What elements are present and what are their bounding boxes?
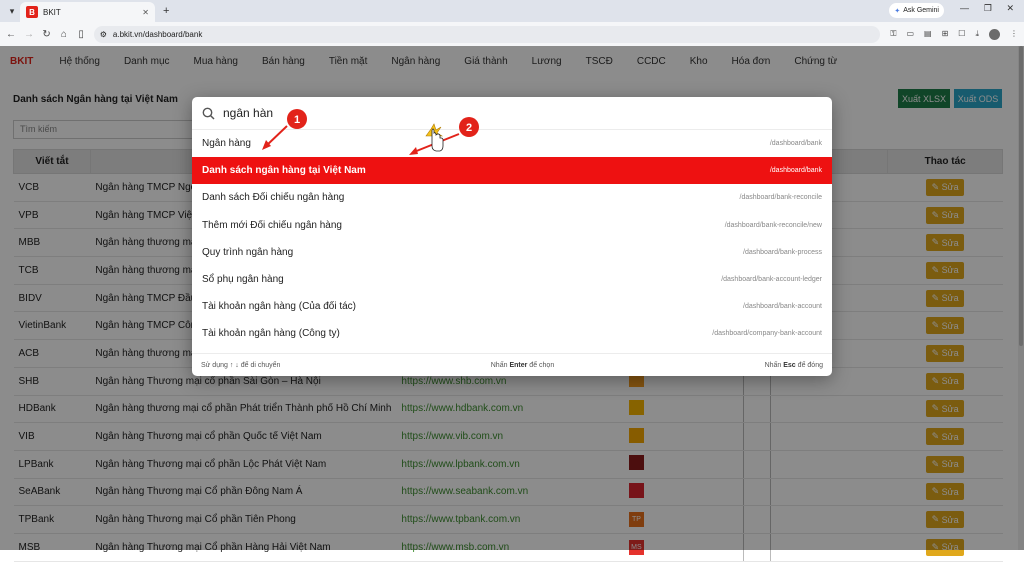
download-icon[interactable]: ⤓ bbox=[975, 29, 979, 40]
palette-footer: Sử dụng ↑ ↓ để di chuyển Nhấn Enter để c… bbox=[192, 353, 832, 376]
palette-result-item[interactable]: Thêm mới Đối chiếu ngân hàng/dashboard/b… bbox=[192, 212, 832, 239]
result-label: Quy trình ngân hàng bbox=[202, 246, 294, 258]
result-path: /dashboard/company-bank-account bbox=[712, 330, 822, 338]
palette-results: Ngân hàng/dashboard/bank Danh sách ngân h… bbox=[192, 130, 832, 348]
footer-enter-hint: Nhấn Enter để chọn bbox=[490, 361, 555, 369]
browser-tab[interactable]: B BKIT ✕ bbox=[20, 2, 155, 22]
result-label: Ngân hàng bbox=[202, 138, 251, 150]
result-label: Tài khoản ngân hàng (Công ty) bbox=[202, 328, 340, 340]
result-label: Sổ phụ ngân hàng bbox=[202, 274, 284, 286]
result-path: /dashboard/bank-account-ledger bbox=[721, 276, 822, 284]
bookmark-icon[interactable]: ☐ bbox=[958, 29, 965, 40]
back-icon[interactable]: ← bbox=[6, 29, 16, 40]
extension-icon[interactable]: ⊞ bbox=[942, 29, 949, 40]
result-path: /dashboard/bank-reconcile bbox=[739, 194, 823, 202]
reload-icon[interactable]: ↻ bbox=[42, 29, 51, 40]
ask-gemini-button[interactable]: ✦ Ask Gemini bbox=[889, 3, 944, 18]
minimize-icon[interactable]: — bbox=[960, 3, 969, 13]
palette-search-input[interactable]: ngân hàn bbox=[223, 106, 273, 120]
result-path: /dashboard/bank-reconcile/new bbox=[724, 221, 822, 229]
gemini-star-icon: ✦ bbox=[894, 7, 901, 15]
card-icon[interactable]: ▭ bbox=[906, 29, 914, 40]
palette-result-item[interactable]: Tài khoản ngân hàng (Của đối tác) /dashbo… bbox=[192, 293, 832, 320]
result-label: Tài khoản ngân hàng (Của đối tác) bbox=[202, 301, 356, 313]
new-tab-icon[interactable]: + bbox=[163, 5, 169, 17]
address-bar[interactable]: ⚙ a.bkit.vn/dashboard/bank bbox=[93, 25, 881, 43]
search-icon bbox=[202, 107, 215, 120]
footer-esc-hint: Nhấn Esc để đóng bbox=[764, 361, 823, 369]
gemini-label: Ask Gemini bbox=[903, 7, 939, 14]
home-icon[interactable]: ⌂ bbox=[59, 29, 68, 40]
result-path: /dashboard/bank-process bbox=[743, 248, 822, 256]
browser-chrome: ▾ B BKIT ✕ + ✦ Ask Gemini — ❐ ✕ ← → ↻ ⌂ … bbox=[0, 0, 1024, 46]
browser-toolbar: ← → ↻ ⌂ ▯ ⚙ a.bkit.vn/dashboard/bank ⚿ ▭… bbox=[0, 22, 1024, 46]
palette-result-item[interactable]: Danh sách Đối chiếu ngân hàng/dashboard/… bbox=[192, 184, 832, 211]
result-path: /dashboard/bank bbox=[769, 167, 822, 175]
result-path: /dashboard/bank bbox=[769, 140, 822, 148]
result-label: Danh sách Đối chiếu ngân hàng bbox=[202, 192, 345, 204]
tab-search-icon[interactable]: ▾ bbox=[4, 3, 20, 19]
tab-strip: ▾ B BKIT ✕ + ✦ Ask Gemini — ❐ ✕ bbox=[0, 0, 1024, 22]
key-icon[interactable]: ⚿ bbox=[890, 29, 896, 40]
palette-result-item[interactable]: Quy trình ngân hàng/dashboard/bank-proce… bbox=[192, 239, 832, 266]
profile-avatar[interactable] bbox=[989, 28, 1001, 40]
palette-search[interactable]: ngân hàn bbox=[192, 97, 832, 130]
sidebar-icon[interactable]: ▯ bbox=[77, 29, 86, 40]
palette-result-item[interactable]: Sổ phụ ngân hàng/dashboard/bank-account-… bbox=[192, 266, 832, 293]
reading-icon[interactable]: ▤ bbox=[924, 29, 932, 40]
url-text: a.bkit.vn/dashboard/bank bbox=[112, 29, 203, 39]
site-info-icon[interactable]: ⚙ bbox=[100, 30, 107, 39]
palette-result-item[interactable]: Danh sách ngân hàng tại Việt Nam/dashboa… bbox=[192, 157, 832, 185]
restore-icon[interactable]: ❐ bbox=[984, 3, 992, 14]
result-label: Thêm mới Đối chiếu ngân hàng bbox=[202, 219, 342, 231]
result-path: /dashboard/bank-account bbox=[743, 303, 822, 311]
close-window-icon[interactable]: ✕ bbox=[1006, 3, 1014, 14]
footer-move-hint: Sử dụng ↑ ↓ để di chuyển bbox=[201, 361, 281, 369]
result-label: Danh sách ngân hàng tại Việt Nam bbox=[202, 165, 366, 177]
command-palette: ngân hàn Ngân hàng/dashboard/bank Danh sá… bbox=[192, 97, 832, 376]
tab-title: BKIT bbox=[43, 7, 61, 17]
favicon: B bbox=[26, 6, 38, 18]
menu-kebab-icon[interactable]: ⋮ bbox=[1010, 29, 1018, 40]
palette-result-item[interactable]: Ngân hàng/dashboard/bank bbox=[192, 130, 832, 157]
tab-close-icon[interactable]: ✕ bbox=[142, 8, 149, 17]
forward-icon[interactable]: → bbox=[24, 29, 34, 40]
palette-result-item[interactable]: Tài khoản ngân hàng (Công ty) /dashboard/… bbox=[192, 320, 832, 347]
